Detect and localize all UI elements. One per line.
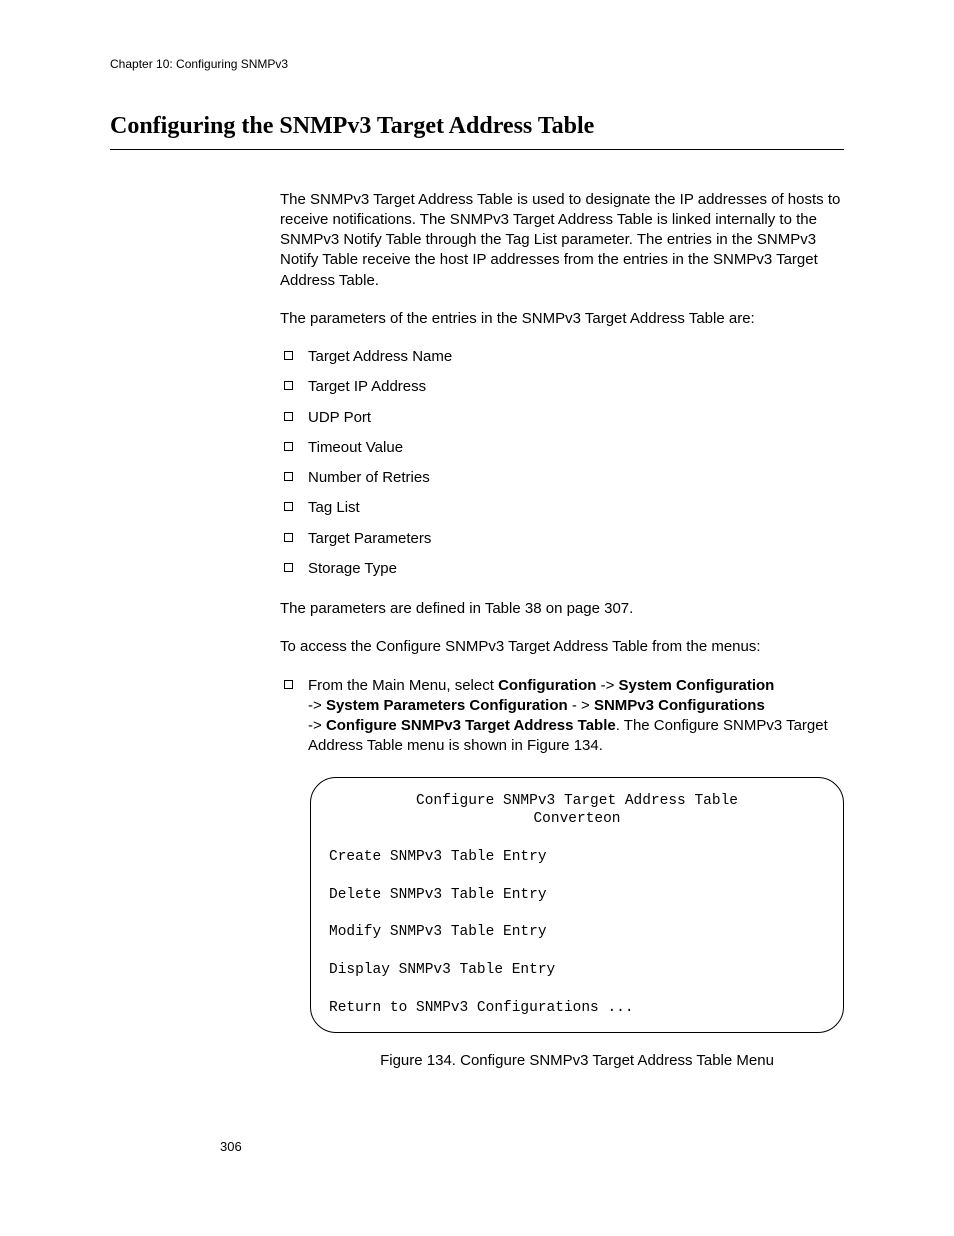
list-item: UDP Port: [280, 408, 844, 428]
parameter-list: Target Address Name Target IP Address UD…: [280, 347, 844, 579]
nav-steps: From the Main Menu, select Configuration…: [280, 676, 844, 757]
nav-text: ->: [308, 697, 326, 714]
list-item: Storage Type: [280, 559, 844, 579]
list-item: Number of Retries: [280, 468, 844, 488]
nav-bold: SNMPv3 Configurations: [594, 697, 765, 714]
menu-item: Return to SNMPv3 Configurations ...: [329, 1000, 634, 1016]
nav-bold: Configuration: [498, 677, 596, 694]
menu-subtitle: Converteon: [329, 810, 825, 829]
list-item: Target IP Address: [280, 377, 844, 397]
list-item: Target Address Name: [280, 347, 844, 367]
nav-bold: System Parameters Configuration: [326, 697, 568, 714]
body-content: The SNMPv3 Target Address Table is used …: [280, 190, 844, 1071]
menu-item: Display SNMPv3 Table Entry: [329, 962, 555, 978]
list-item: Timeout Value: [280, 438, 844, 458]
menu-item: Delete SNMPv3 Table Entry: [329, 887, 547, 903]
intro-paragraph: The SNMPv3 Target Address Table is used …: [280, 190, 844, 291]
nav-line: -> System Parameters Configuration - > S…: [308, 696, 844, 716]
access-line: To access the Configure SNMPv3 Target Ad…: [280, 637, 844, 657]
title-rule: [110, 149, 844, 150]
menu-item: Create SNMPv3 Table Entry: [329, 849, 547, 865]
nav-bold: System Configuration: [619, 677, 775, 694]
page-number: 306: [220, 1138, 242, 1156]
params-intro: The parameters of the entries in the SNM…: [280, 309, 844, 329]
nav-bold: Configure SNMPv3 Target Address Table: [326, 717, 616, 734]
nav-text: - >: [568, 697, 594, 714]
list-item: Tag List: [280, 498, 844, 518]
nav-line: -> Configure SNMPv3 Target Address Table…: [308, 716, 844, 757]
params-defined: The parameters are defined in Table 38 o…: [280, 599, 844, 619]
nav-text: ->: [308, 717, 326, 734]
terminal-menu-box: Configure SNMPv3 Target Address TableCon…: [310, 777, 844, 1033]
menu-item: Modify SNMPv3 Table Entry: [329, 924, 547, 940]
nav-text: From the Main Menu, select: [308, 677, 498, 694]
nav-step: From the Main Menu, select Configuration…: [280, 676, 844, 757]
list-item: Target Parameters: [280, 529, 844, 549]
chapter-header: Chapter 10: Configuring SNMPv3: [110, 56, 844, 72]
figure-caption: Figure 134. Configure SNMPv3 Target Addr…: [310, 1051, 844, 1071]
nav-text: ->: [596, 677, 618, 694]
menu-title: Configure SNMPv3 Target Address Table: [329, 792, 825, 811]
section-title: Configuring the SNMPv3 Target Address Ta…: [110, 110, 844, 142]
